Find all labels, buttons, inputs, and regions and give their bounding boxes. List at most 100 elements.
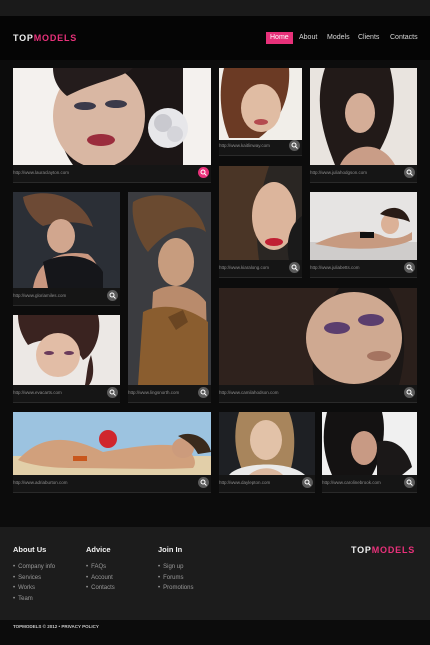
magnify-icon[interactable]: [404, 387, 415, 398]
tile-divider: [310, 182, 417, 183]
tile-divider: [13, 402, 120, 403]
magnify-icon[interactable]: [198, 167, 209, 178]
gallery-tile[interactable]: http://www.adriaburton.com: [13, 412, 211, 493]
gallery-tile[interactable]: http://www.juliabetts.com: [310, 192, 417, 278]
model-url[interactable]: http://www.juliabetts.com: [310, 265, 360, 270]
magnify-icon[interactable]: [107, 290, 118, 301]
nav-home[interactable]: Home: [266, 32, 293, 44]
model-photo[interactable]: [219, 68, 302, 140]
magnify-icon[interactable]: [289, 140, 300, 151]
model-photo[interactable]: [128, 192, 211, 385]
model-url[interactable]: http://www.juliahodgson.com: [310, 170, 367, 175]
gallery-tile[interactable]: http://www.gloriamiles.com: [13, 192, 120, 306]
footer-logo[interactable]: TOPMODELS: [351, 545, 415, 555]
model-photo[interactable]: [310, 68, 417, 165]
footer-advice-column: Advice FAQs Account Contacts: [86, 545, 115, 594]
tile-divider: [310, 277, 417, 278]
nav-about[interactable]: About: [295, 32, 321, 44]
site-header: TOPMODELS Home About Models Clients Cont…: [0, 16, 430, 60]
tile-divider: [219, 402, 417, 403]
tile-divider: [219, 277, 302, 278]
footer-link-account[interactable]: Account: [86, 573, 115, 584]
footer-link-promotions[interactable]: Promotions: [158, 583, 193, 594]
logo-models-text: MODELS: [33, 33, 78, 43]
footer-heading: Join In: [158, 545, 183, 554]
model-photo[interactable]: [13, 68, 211, 165]
gallery-tile[interactable]: http://www.daylepton.com: [219, 412, 315, 493]
top-strip: [0, 0, 430, 16]
tile-caption: http://www.gloriamiles.com: [13, 288, 120, 306]
model-photo[interactable]: [219, 166, 302, 260]
tile-caption: http://www.carolinebrook.com: [322, 475, 417, 493]
model-url[interactable]: http://www.kaitlinway.com: [219, 143, 270, 148]
tile-caption: http://www.camilahodson.com: [219, 385, 417, 403]
site-footer: About Us Company info Services Works Tea…: [0, 527, 430, 620]
nav-contacts[interactable]: Contacts: [386, 32, 422, 44]
footer-link-works[interactable]: Works: [13, 583, 55, 594]
tile-divider: [219, 155, 302, 156]
footer-link-sign-up[interactable]: Sign up: [158, 562, 193, 573]
model-photo[interactable]: [322, 412, 417, 475]
bottom-strip: [0, 632, 430, 645]
model-url[interactable]: http://www.adriaburton.com: [13, 480, 68, 485]
gallery-tile[interactable]: http://www.camilahodson.com: [219, 288, 417, 403]
footer-link-faqs[interactable]: FAQs: [86, 562, 115, 573]
model-photo[interactable]: [219, 412, 315, 475]
magnify-icon[interactable]: [107, 387, 118, 398]
tile-caption: http://www.lingsnorth.com: [128, 385, 211, 403]
tile-caption: http://www.juliabetts.com: [310, 260, 417, 278]
model-url[interactable]: http://www.camilahodson.com: [219, 390, 279, 395]
model-photo[interactable]: [219, 288, 417, 385]
gallery-tile[interactable]: http://www.carolinebrook.com: [322, 412, 417, 493]
tile-caption: http://www.juliahodgson.com: [310, 165, 417, 183]
site-logo[interactable]: TOPMODELS: [13, 33, 77, 43]
model-photo[interactable]: [13, 192, 120, 288]
tile-divider: [322, 492, 417, 493]
model-url[interactable]: http://www.gloriamiles.com: [13, 293, 66, 298]
model-url[interactable]: http://www.daylepton.com: [219, 480, 270, 485]
gallery-tile[interactable]: http://www.lingsnorth.com: [128, 192, 211, 403]
footer-link-company-info[interactable]: Company info: [13, 562, 55, 573]
tile-divider: [13, 182, 211, 183]
magnify-icon[interactable]: [302, 477, 313, 488]
nav-clients[interactable]: Clients: [354, 32, 383, 44]
gallery-tile[interactable]: http://www.kiaralong.com: [219, 166, 302, 278]
tile-caption: http://www.kiaralong.com: [219, 260, 302, 278]
footer-link-contacts[interactable]: Contacts: [86, 583, 115, 594]
model-photo[interactable]: [310, 192, 417, 260]
model-url[interactable]: http://www.evacarts.com: [13, 390, 62, 395]
magnify-icon[interactable]: [289, 262, 300, 273]
tile-divider: [128, 402, 211, 403]
gallery-tile[interactable]: http://www.lauraclayton.com: [13, 68, 211, 183]
tile-caption: http://www.kaitlinway.com: [219, 138, 302, 156]
tile-caption: http://www.daylepton.com: [219, 475, 315, 493]
tile-divider: [13, 305, 120, 306]
footer-logo-top-text: TOP: [351, 545, 372, 555]
footer-link-team[interactable]: Team: [13, 594, 55, 605]
magnify-icon[interactable]: [404, 477, 415, 488]
magnify-icon[interactable]: [198, 477, 209, 488]
tile-divider: [13, 492, 211, 493]
magnify-icon[interactable]: [198, 387, 209, 398]
footer-logo-models-text: MODELS: [371, 545, 416, 555]
nav-models[interactable]: Models: [323, 32, 354, 44]
model-url[interactable]: http://www.lauraclayton.com: [13, 170, 69, 175]
footer-link-services[interactable]: Services: [13, 573, 55, 584]
tile-caption: http://www.adriaburton.com: [13, 475, 211, 493]
logo-top-text: TOP: [13, 33, 34, 43]
footer-link-forums[interactable]: Forums: [158, 573, 193, 584]
footer-join-column: Join In Sign up Forums Promotions: [158, 545, 193, 594]
tile-divider: [219, 492, 315, 493]
magnify-icon[interactable]: [404, 262, 415, 273]
model-url[interactable]: http://www.lingsnorth.com: [128, 390, 179, 395]
magnify-icon[interactable]: [404, 167, 415, 178]
gallery-tile[interactable]: http://www.evacarts.com: [13, 315, 120, 403]
model-url[interactable]: http://www.kiaralong.com: [219, 265, 269, 270]
model-photo[interactable]: [13, 412, 211, 475]
model-url[interactable]: http://www.carolinebrook.com: [322, 480, 381, 485]
tile-caption: http://www.lauraclayton.com: [13, 165, 211, 183]
model-photo[interactable]: [13, 315, 120, 385]
footer-about-column: About Us Company info Services Works Tea…: [13, 545, 55, 604]
gallery-tile[interactable]: http://www.juliahodgson.com: [310, 68, 417, 183]
gallery-tile[interactable]: http://www.kaitlinway.com: [219, 68, 302, 156]
